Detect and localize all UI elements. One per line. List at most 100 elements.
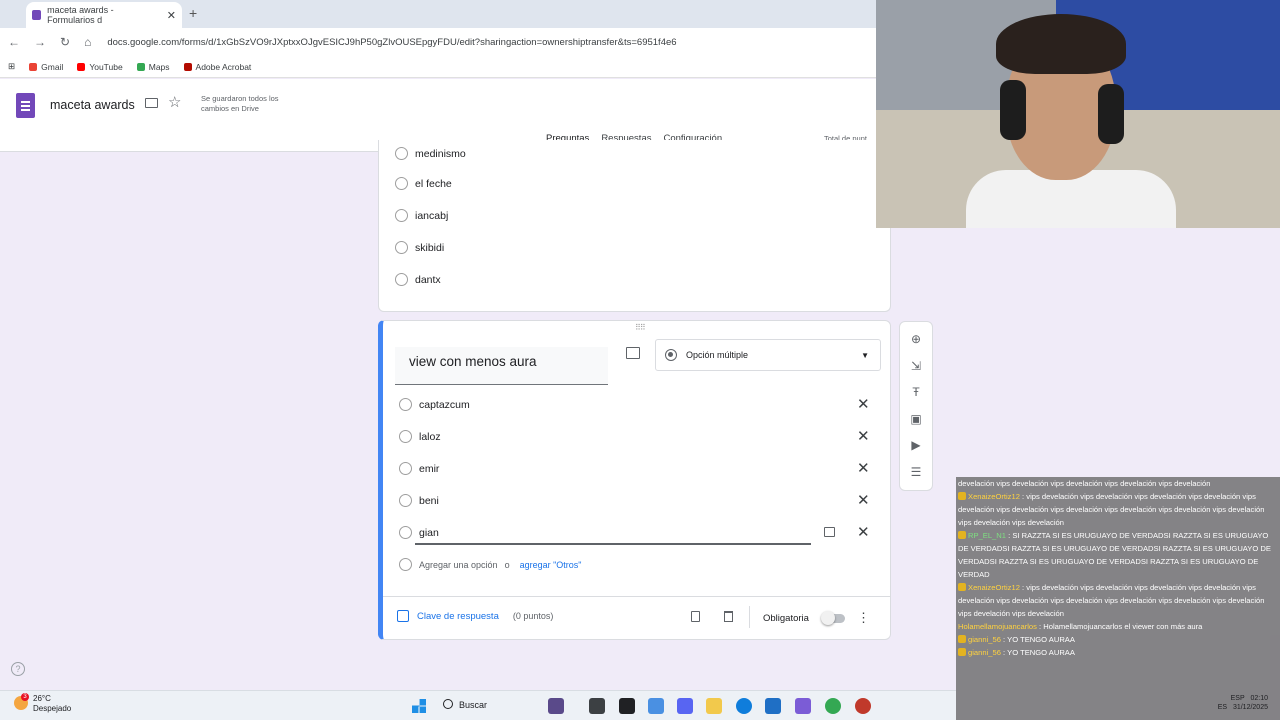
add-other-link[interactable]: agregar "Otros" <box>520 560 582 570</box>
drag-handle-icon[interactable]: ⠿⠿ <box>635 323 646 332</box>
store-icon[interactable] <box>765 698 781 714</box>
bookmark-youtube[interactable]: YouTube <box>77 62 123 72</box>
option-image-icon[interactable] <box>824 527 835 537</box>
bookmark-adobe-acrobat[interactable]: Adobe Acrobat <box>183 62 251 72</box>
forward-icon[interactable]: → <box>34 35 46 49</box>
search-icon[interactable] <box>443 699 453 709</box>
remove-option-icon[interactable]: ✕ <box>857 525 870 540</box>
answer-key-icon <box>397 610 409 622</box>
apps-icon[interactable]: ⊞ <box>8 61 15 72</box>
taskbar-search[interactable]: Buscar <box>459 700 487 710</box>
list-item[interactable]: dantx <box>395 273 441 286</box>
radio-icon <box>399 494 412 507</box>
radio-icon <box>399 462 412 475</box>
add-question-icon[interactable]: ⊕ <box>909 332 923 346</box>
radio-icon <box>395 273 408 286</box>
capcut-icon[interactable] <box>619 698 635 714</box>
discord-icon[interactable] <box>677 698 693 714</box>
system-clock[interactable]: ESP 02:10 ES 31/12/2025 <box>1218 694 1268 712</box>
star-icon[interactable]: ☆ <box>168 93 181 111</box>
trash-icon[interactable] <box>724 611 733 622</box>
help-icon[interactable]: ? <box>11 662 25 676</box>
notification-badge: 3 <box>21 693 29 701</box>
chat-message: XenaizeOrtiz12 : vips develación vips de… <box>958 583 1265 618</box>
badge-icon <box>958 531 966 539</box>
add-image-icon[interactable]: ▣ <box>909 412 923 426</box>
chrome-icon[interactable] <box>825 698 841 714</box>
chat-message: gianni_56 : YO TENGO AURAA <box>956 633 1280 646</box>
close-tab-icon[interactable]: ✕ <box>167 9 176 22</box>
reload-icon[interactable]: ↻ <box>60 35 70 49</box>
badge-icon <box>958 635 966 643</box>
duplicate-icon[interactable] <box>691 611 700 622</box>
chat-message: XenaizeOrtiz12 : vips develación vips de… <box>958 492 1265 527</box>
weather-widget[interactable]: 26°C Despejado <box>33 694 71 714</box>
browser-toolbar: ← → ↻ ⌂ docs.google.com/forms/d/1xGbSzVO… <box>0 28 876 56</box>
question-title-input[interactable]: view con menos aura <box>395 347 608 385</box>
radio-icon <box>399 526 412 539</box>
radio-button-icon <box>665 349 677 361</box>
previous-question-card[interactable]: medinismo el feche iancabj skibidi dantx <box>378 140 891 312</box>
card-divider <box>383 596 891 597</box>
option-row[interactable]: captazcum <box>399 398 470 411</box>
app-icon[interactable] <box>589 698 605 714</box>
app-icon[interactable] <box>855 698 871 714</box>
badge-icon <box>958 492 966 500</box>
radio-icon <box>395 241 408 254</box>
gmail-icon <box>29 62 38 71</box>
file-explorer-icon[interactable] <box>706 698 722 714</box>
start-icon[interactable] <box>412 699 426 713</box>
maps-icon <box>136 62 145 71</box>
more-options-icon[interactable]: ⋮ <box>857 610 870 626</box>
webcam-overlay <box>876 0 1280 228</box>
new-tab-icon[interactable]: + <box>189 5 197 21</box>
radio-icon <box>399 430 412 443</box>
import-questions-icon[interactable]: ⇲ <box>909 359 923 373</box>
game-app-icon[interactable] <box>548 698 564 714</box>
remove-option-icon[interactable]: ✕ <box>857 493 870 508</box>
required-toggle[interactable] <box>821 611 845 625</box>
back-icon[interactable]: ← <box>8 35 20 49</box>
headset-icon <box>1098 84 1124 144</box>
stream-chat: develación vips develación vips develaci… <box>956 477 1280 720</box>
home-icon[interactable]: ⌂ <box>84 35 91 49</box>
add-option-link[interactable]: Agregar una opción <box>419 560 498 570</box>
address-bar[interactable]: docs.google.com/forms/d/1xGbSzVO9rJXptxx… <box>107 37 676 48</box>
option-row[interactable]: beni <box>399 494 439 507</box>
copilot-icon[interactable] <box>648 698 664 714</box>
bookmark-gmail[interactable]: Gmail <box>29 62 63 72</box>
option-row[interactable]: laloz <box>399 430 441 443</box>
required-label: Obligatoria <box>763 613 809 624</box>
option-row[interactable]: emir <box>399 462 439 475</box>
radio-icon <box>395 147 408 160</box>
radio-icon <box>399 398 412 411</box>
add-option-row[interactable]: Agregar una opción o agregar "Otros" <box>399 558 582 571</box>
add-image-icon[interactable] <box>626 347 640 359</box>
question-type-select[interactable]: Opción múltiple ▼ <box>655 339 881 371</box>
remove-option-icon[interactable]: ✕ <box>857 461 870 476</box>
option-row[interactable]: gian <box>399 526 439 539</box>
remove-option-icon[interactable]: ✕ <box>857 397 870 412</box>
list-item[interactable]: el feche <box>395 177 452 190</box>
radio-icon <box>395 209 408 222</box>
edge-icon[interactable] <box>736 698 752 714</box>
active-question-card[interactable]: ⠿⠿ view con menos aura Opción múltiple ▼… <box>378 320 891 640</box>
browser-tab[interactable]: maceta awards - Formularios d ✕ <box>26 2 182 28</box>
streamer-hair <box>996 14 1126 74</box>
add-video-icon[interactable]: ▶ <box>909 438 923 452</box>
chevron-down-icon: ▼ <box>861 350 869 360</box>
list-item[interactable]: iancabj <box>395 209 448 222</box>
obs-icon[interactable] <box>795 698 811 714</box>
answer-key-button[interactable]: Clave de respuesta (0 puntos) <box>397 610 553 622</box>
add-title-icon[interactable]: Ŧ <box>909 385 923 399</box>
google-forms-icon[interactable] <box>16 93 35 118</box>
form-title[interactable]: maceta awards <box>50 98 135 112</box>
bookmark-maps[interactable]: Maps <box>136 62 170 72</box>
browser-tabbar: maceta awards - Formularios d ✕ + <box>0 0 876 28</box>
remove-option-icon[interactable]: ✕ <box>857 429 870 444</box>
list-item[interactable]: skibidi <box>395 241 444 254</box>
list-item[interactable]: medinismo <box>395 147 466 160</box>
or-label: o <box>504 559 510 570</box>
add-section-icon[interactable]: ☰ <box>909 465 923 479</box>
folder-icon[interactable] <box>145 98 158 108</box>
